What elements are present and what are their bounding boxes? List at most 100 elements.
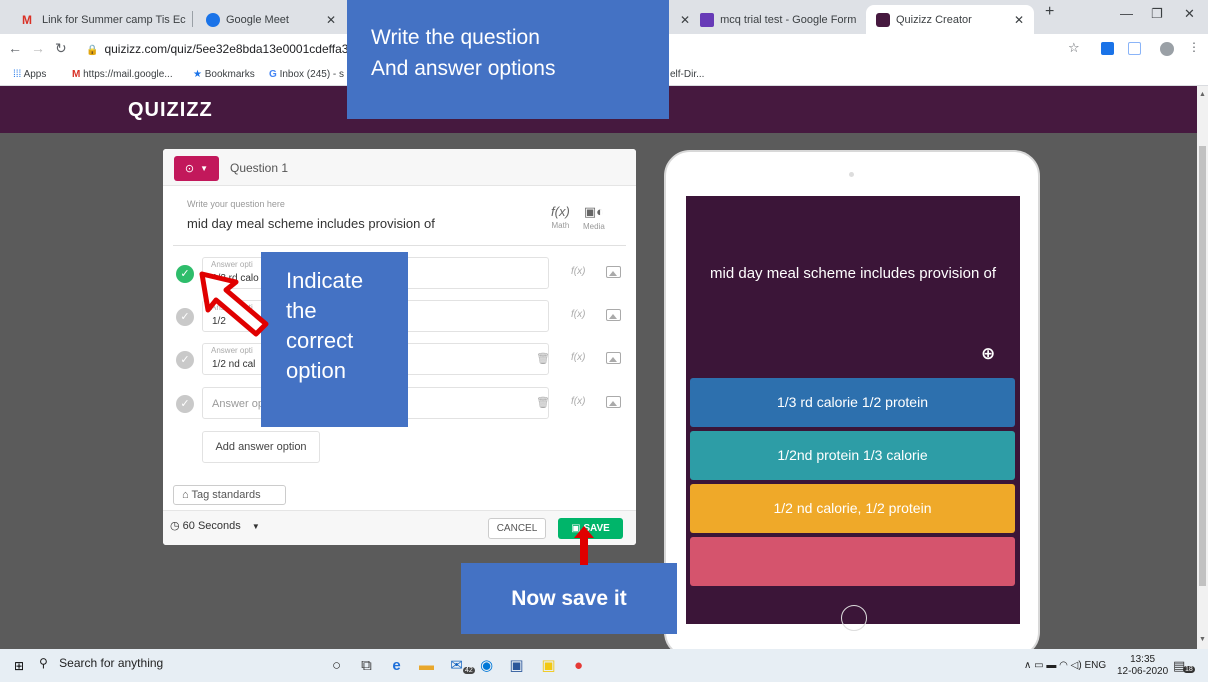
close-icon[interactable]: ✕ <box>856 13 866 27</box>
preview-option-4 <box>690 537 1015 586</box>
network-icon: ▭ <box>1034 660 1044 671</box>
gmail-icon: M <box>22 12 32 27</box>
preview-option-3: 1/2 nd calorie, 1/2 protein <box>690 484 1015 533</box>
correct-check-icon[interactable]: ✓ <box>176 265 194 283</box>
math-icon[interactable]: f(x) <box>571 352 585 363</box>
question-type-button[interactable]: ⊙ ▼ <box>174 156 219 181</box>
restore-icon[interactable]: ❐ <box>1151 6 1163 22</box>
tab-google-meet[interactable]: Google Meet ✕ <box>196 5 346 34</box>
new-tab-button[interactable]: + <box>1045 3 1054 21</box>
tablet-preview: mid day meal scheme includes provision o… <box>664 150 1040 658</box>
bookmark-label: elf-Dir... <box>670 69 705 80</box>
forward-icon[interactable]: → <box>31 40 45 56</box>
tab-gmail[interactable]: M Link for Summer camp Tis Ec ✕ <box>12 5 192 34</box>
image-icon[interactable] <box>606 266 621 278</box>
math-icon[interactable]: f(x) <box>571 266 585 277</box>
trash-icon[interactable]: 🗑 <box>536 396 550 409</box>
wifi-icon: ◠ <box>1059 660 1068 671</box>
tab-label: Link for Summer camp Tis Ec <box>42 13 186 26</box>
word-icon[interactable]: ▣ <box>508 657 525 674</box>
search-placeholder: Search for anything <box>59 656 164 670</box>
time-select[interactable]: ◷ 60 Seconds ▼ <box>170 519 260 532</box>
windows-taskbar: ⊞ ⚲ Search for anything ○ ⧉ e ▬ ✉ 42 ◉ ▣… <box>0 649 1208 682</box>
scroll-down-icon[interactable]: ▼ <box>1199 636 1206 643</box>
add-answer-option-button[interactable]: Add answer option <box>202 431 320 463</box>
bookmark-self-dir[interactable]: elf-Dir... <box>670 69 704 80</box>
annotation-line: option <box>286 358 346 383</box>
bookmark-label: Apps <box>23 69 47 80</box>
paint-icon[interactable]: ▣ <box>540 657 557 674</box>
tag-standards-button[interactable]: ⌂ Tag standards <box>173 485 286 505</box>
option-placeholder: Answer opti <box>211 346 253 355</box>
tab-google-form[interactable]: ✕ mcq trial test - Google Form ✕ <box>670 5 866 34</box>
close-icon[interactable]: ✕ <box>1006 13 1024 27</box>
preview-screen: mid day meal scheme includes provision o… <box>686 196 1020 624</box>
quizizz-icon <box>876 12 890 27</box>
annotation-line: the <box>286 298 317 323</box>
media-icon: ▣◐ <box>583 204 604 219</box>
windows-start-icon[interactable]: ⊞ <box>14 659 24 673</box>
close-window-icon[interactable]: ✕ <box>1184 6 1195 22</box>
store-icon[interactable]: ◉ <box>478 657 495 674</box>
cortana-icon[interactable]: ○ <box>328 657 345 674</box>
bookmark-label: Bookmarks <box>204 69 255 80</box>
tab-label: Quizizz Creator <box>896 13 972 26</box>
back-icon[interactable]: ← <box>8 40 22 56</box>
math-icon[interactable]: f(x) <box>571 309 585 320</box>
image-icon[interactable] <box>606 309 621 321</box>
option-placeholder: Answer op <box>212 398 264 410</box>
time-value: 60 Seconds <box>182 520 241 532</box>
clock-date: 12-06-2020 <box>1117 666 1169 677</box>
system-tray[interactable]: ∧ ▭ ▬ ◠ ◁) ENG <box>1024 660 1106 671</box>
reload-icon[interactable]: ↻ <box>55 40 67 57</box>
bookmark-label: Inbox (245) - s <box>279 69 345 80</box>
file-explorer-icon[interactable]: ▬ <box>418 657 435 674</box>
zoom-in-icon[interactable]: ⊕ <box>981 344 995 364</box>
close-icon[interactable]: ✕ <box>318 13 336 27</box>
check-icon[interactable]: ✓ <box>176 395 194 413</box>
bookmark-star-icon[interactable]: ☆ <box>1068 40 1080 56</box>
menu-icon[interactable]: ⋮ <box>1188 40 1200 54</box>
bookmark-gmail[interactable]: M https://mail.google... <box>72 69 173 80</box>
task-view-icon[interactable]: ⧉ <box>358 657 375 674</box>
editor-footer: ◷ 60 Seconds ▼ CANCEL ▣ SAVE <box>163 510 636 545</box>
preview-option-1: 1/3 rd calorie 1/2 protein <box>690 378 1015 427</box>
media-button[interactable]: ▣◐ Media <box>583 204 605 231</box>
cancel-button[interactable]: CANCEL <box>488 518 546 539</box>
bookmark-folder[interactable]: ★ Bookmarks <box>193 69 255 80</box>
close-icon[interactable]: ✕ <box>680 13 700 27</box>
google-icon: G <box>269 69 277 80</box>
math-icon[interactable]: f(x) <box>571 396 585 407</box>
trash-icon[interactable]: 🗑 <box>536 352 550 365</box>
red-arrow-stem <box>580 537 588 565</box>
profile-avatar[interactable] <box>1160 42 1174 56</box>
tab-quizizz-creator[interactable]: Quizizz Creator ✕ <box>866 5 1034 34</box>
minimize-icon[interactable]: — <box>1120 6 1133 21</box>
language-indicator: ENG <box>1084 660 1107 671</box>
image-icon[interactable] <box>606 396 621 408</box>
page-scrollbar[interactable]: ▲ ▼ <box>1197 86 1208 649</box>
bookmark-apps[interactable]: ⁞⁞⁞ Apps <box>13 69 46 80</box>
address-bar[interactable]: 🔒 quizizz.com/quiz/5ee32e8bda13e0001cdeff… <box>86 42 358 56</box>
check-icon[interactable]: ✓ <box>176 351 194 369</box>
chevron-down-icon: ▼ <box>200 164 209 173</box>
annotation-write-question: Write the question And answer options <box>347 0 669 119</box>
bookmark-label: https://mail.google... <box>83 69 173 80</box>
extension-icon[interactable] <box>1128 42 1141 55</box>
tab-label: mcq trial test - Google Form <box>720 13 857 26</box>
chrome-icon[interactable]: ● <box>570 657 587 674</box>
edge-icon[interactable]: e <box>388 657 405 674</box>
bookmark-inbox[interactable]: G Inbox (245) - s <box>269 69 344 80</box>
taskbar-search[interactable]: ⚲ Search for anything <box>39 656 163 670</box>
url-text: quizizz.com/quiz/5ee32e8bda13e0001cdeffa… <box>104 42 359 56</box>
scroll-up-icon[interactable]: ▲ <box>1199 91 1206 98</box>
quizizz-logo[interactable]: QUIZIZZ <box>128 99 213 122</box>
taskbar-clock[interactable]: 13:35 12-06-2020 <box>1117 654 1168 678</box>
tablet-camera <box>849 172 854 177</box>
extension-icon[interactable] <box>1101 42 1114 55</box>
image-icon[interactable] <box>606 352 621 364</box>
question-input[interactable]: Write your question here mid day meal sc… <box>173 194 626 246</box>
math-button[interactable]: f(x) Math <box>551 204 570 230</box>
check-icon[interactable]: ✓ <box>176 308 194 326</box>
scrollbar-thumb[interactable] <box>1199 146 1206 586</box>
